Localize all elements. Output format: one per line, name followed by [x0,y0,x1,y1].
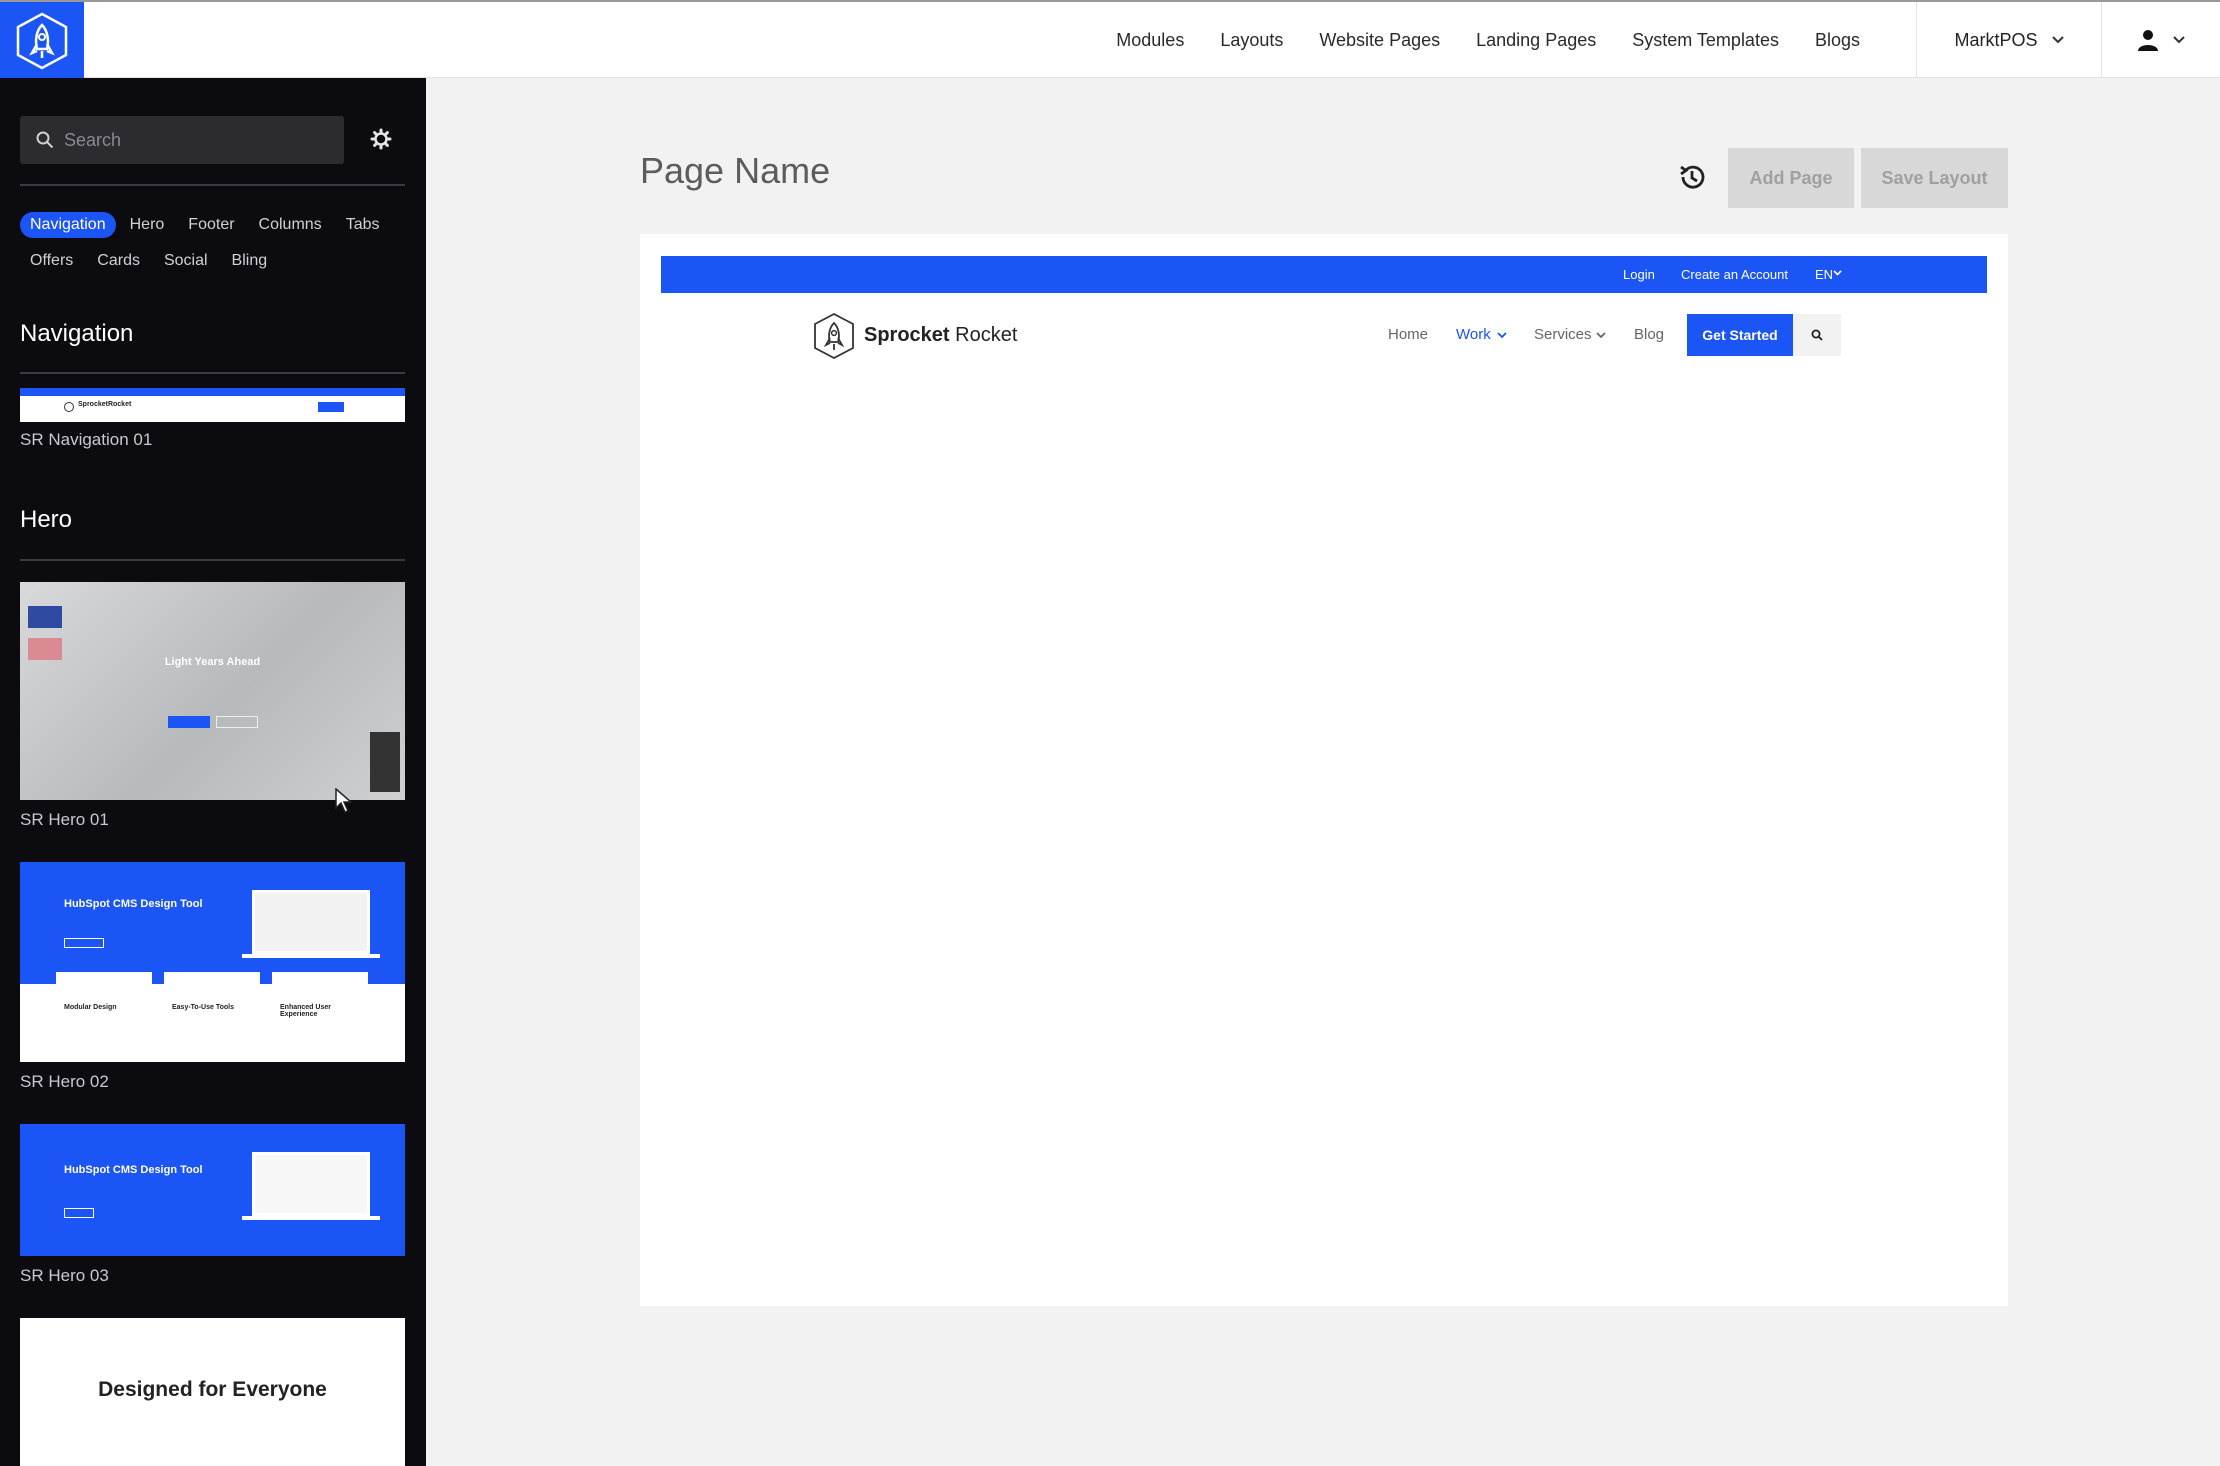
gear-icon[interactable] [370,128,392,150]
filter-tabs[interactable]: Tabs [336,212,390,238]
photo-phone [370,732,400,792]
main-nav: Modules Layouts Website Pages Landing Pa… [1080,2,1860,78]
nav-website-pages[interactable]: Website Pages [1319,30,1440,51]
thumb-button [216,716,258,728]
nav-blogs[interactable]: Blogs [1815,30,1860,51]
nav-layouts[interactable]: Layouts [1220,30,1283,51]
chevron-down-icon [1497,332,1507,339]
preview-language-selector[interactable]: EN [1815,267,1833,282]
preview-create-account-link[interactable]: Create an Account [1681,267,1788,282]
thumb-sr-navigation-01[interactable]: SprocketRocket [20,388,405,422]
thumb-laptop-base [242,1216,380,1220]
user-icon [2138,30,2158,51]
top-bar: Modules Layouts Website Pages Landing Pa… [0,0,2220,80]
thumb-brand: SprocketRocket [78,401,132,408]
preview-brand-bold: Sprocket [864,324,950,346]
filter-footer[interactable]: Footer [178,212,244,238]
section-divider [20,372,405,374]
filter-hero[interactable]: Hero [120,212,175,238]
chevron-down-icon [1596,332,1606,339]
sprocket-logo-icon [814,312,854,360]
preview-brand[interactable]: Sprocket Rocket [864,324,1017,347]
thumb-designed-for-everyone[interactable]: Designed for Everyone [20,1318,405,1466]
preview-nav-services[interactable]: Services [1534,326,1592,343]
preview-brand-light: Rocket [955,324,1018,346]
app-logo[interactable] [0,2,84,80]
section-title-navigation: Navigation [20,320,134,347]
thumb-button [64,938,104,948]
search-icon [1811,329,1823,341]
thumb-button [168,716,210,728]
thumb-card-title: Easy-To-Use Tools [172,1004,234,1011]
filter-navigation[interactable]: Navigation [20,212,116,238]
preview-login-link[interactable]: Login [1623,267,1655,282]
preview-nav-blog[interactable]: Blog [1634,326,1664,343]
preview-search-button[interactable] [1793,314,1841,356]
mouse-cursor-icon [335,788,353,813]
thumb-laptop [252,1152,370,1216]
layout-canvas[interactable]: Login Create an Account EN Sprocket Rock… [640,234,2008,1306]
history-icon[interactable] [1677,162,1707,192]
item-label: SR Hero 01 [20,810,109,829]
thumb-cta [318,402,344,412]
page-title[interactable]: Page Name [640,150,830,192]
thumb-card-title: Enhanced User Experience [280,1004,331,1018]
user-menu[interactable] [2102,2,2220,78]
thumb-sr-hero-01[interactable]: Light Years Ahead [20,582,405,800]
preview-nav-work[interactable]: Work [1456,326,1491,343]
preview-nav-home[interactable]: Home [1388,326,1428,343]
search-input[interactable] [64,129,324,151]
add-page-button[interactable]: Add Page [1728,148,1854,208]
search-box[interactable] [20,116,344,164]
hero-photo-bg [20,582,405,800]
thumb-card-title: Modular Design [64,1004,117,1011]
thumb-card: Modular Design [56,972,152,1060]
thumb-button [64,1208,94,1218]
filter-columns[interactable]: Columns [249,212,332,238]
filter-bling[interactable]: Bling [222,248,278,274]
thumb-logo-mark [64,402,74,412]
filter-cards[interactable]: Cards [87,248,150,274]
chevron-down-icon [2051,36,2064,44]
thumb-utility-bar [20,388,405,396]
chevron-down-icon [2173,36,2185,44]
chevron-down-icon [1833,270,1842,276]
filter-offers[interactable]: Offers [20,248,83,274]
save-layout-button[interactable]: Save Layout [1861,148,2008,208]
sidebar-divider [20,184,405,186]
nav-landing-pages[interactable]: Landing Pages [1476,30,1596,51]
thumb-card: Enhanced User Experience [272,972,368,1060]
preview-get-started-button[interactable]: Get Started [1687,314,1793,356]
item-label: SR Navigation 01 [20,430,153,449]
nav-system-templates[interactable]: System Templates [1632,30,1779,51]
portal-name: MarktPOS [1954,29,2038,50]
thumb-card: Easy-To-Use Tools [164,972,260,1060]
thumb-hero-heading: Light Years Ahead [164,656,261,668]
search-icon [36,131,54,149]
photo-notebook [28,606,62,628]
thumb-sr-hero-03[interactable]: HubSpot CMS Design Tool [20,1124,405,1256]
preview-utility-bar: Login Create an Account EN [661,256,1987,293]
item-label: SR Hero 03 [20,1266,109,1285]
section-divider [20,559,405,561]
thumb-heading: Designed for Everyone [98,1378,327,1401]
thumb-sr-hero-02[interactable]: HubSpot CMS Design Tool Modular Design E… [20,862,405,1062]
nav-modules[interactable]: Modules [1116,30,1184,51]
thumb-laptop [252,890,370,954]
filter-social[interactable]: Social [154,248,218,274]
section-title-hero: Hero [20,506,73,533]
rocket-logo-icon [16,12,68,70]
thumb-laptop-base [242,954,380,958]
item-label: SR Hero 02 [20,1072,109,1091]
module-sidebar: Navigation Hero Footer Columns Tabs Offe… [0,78,426,1466]
thumb-hero-heading: HubSpot CMS Design Tool [64,1164,203,1176]
category-filters: Navigation Hero Footer Columns Tabs Offe… [20,212,410,274]
thumb-hero-heading: HubSpot CMS Design Tool [64,898,203,910]
portal-switcher[interactable]: MarktPOS [1916,2,2102,78]
